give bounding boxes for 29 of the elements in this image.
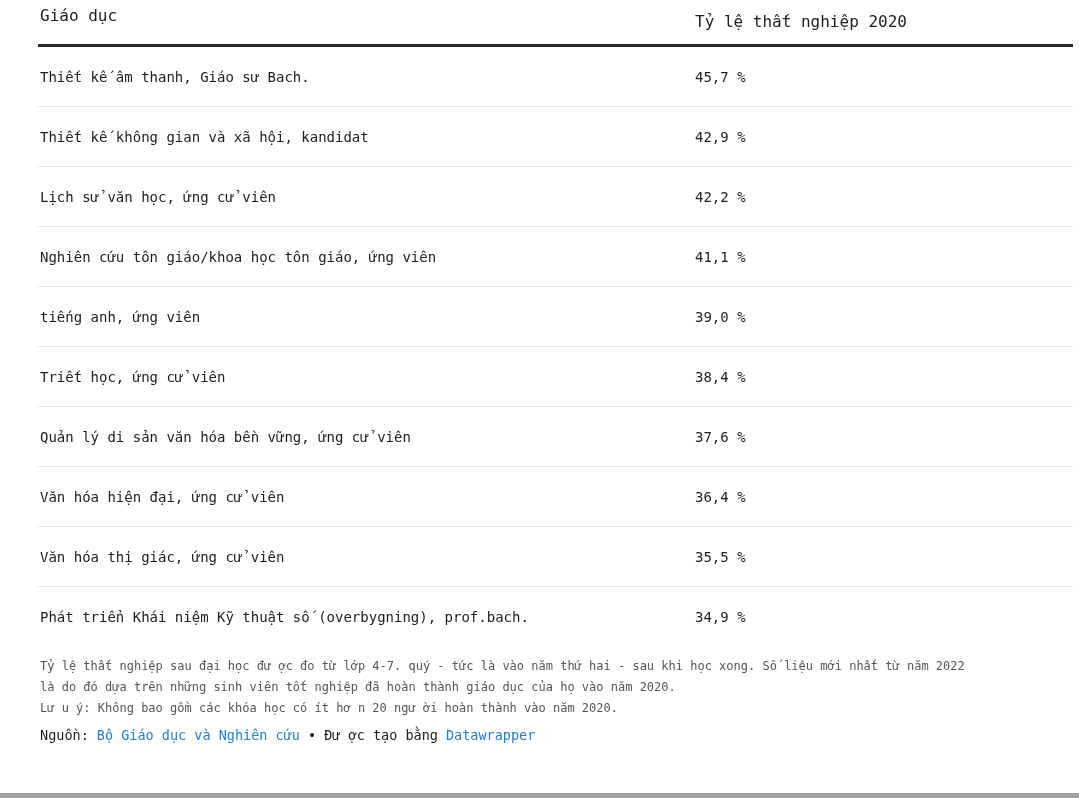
table-cell: 36,4 % [695, 488, 746, 505]
table-cell-text: Triết học, ứng cử viên [39, 368, 227, 385]
table-cell: 42,2 % [695, 188, 746, 205]
table-cell-text: Văn hóa hiện đại, ứng cử viên [39, 488, 286, 505]
table-cell: 45,7 % [695, 68, 746, 85]
table-cell-text: Phát triển Khái niệm Kỹ thuật số (overbygning), prof.bach. [39, 608, 530, 625]
table-cell-text: tiếng anh, ứng viên [39, 308, 202, 325]
source-label: Nguồn: [40, 727, 89, 743]
footnote-text: Tỷ lệ thất nghiệp sau đại học đư ợc đo từ lớp 4-7. quý - tức là vào năm thứ hai - sau khi học xong. Số liệu mới nhất từ năm 2022 là do đó dựa trên những sinh viên tốt nghiệp đã hoàn thành giáo dục của họ vào năm 2020. [40, 658, 966, 696]
table-cell: 42,9 % [695, 128, 746, 145]
table-cell-text: Thiết kế không gian và xã hội, kandidat [39, 128, 370, 145]
separator-text: • [308, 727, 317, 743]
table-cell-text: Thiết kế âm thanh, Giáo sư Bach. [39, 68, 311, 85]
table-cell: 41,1 % [695, 248, 746, 265]
footnote-text: Lư u ý: Không bao gồm các khóa học có ít hơ n 20 ngư ời hoàn thành vào năm 2020. [40, 700, 619, 717]
column-header: Tỷ lệ thất nghiệp 2020 [695, 11, 907, 31]
credit-text: Đư ợc tạo bằng [324, 727, 438, 743]
column-header: Giáo dục [39, 5, 119, 25]
table-cell-text: Lịch sử văn học, ứng cử viên [39, 188, 277, 205]
table-cell: 38,4 % [695, 368, 746, 385]
table-cell: 34,9 % [695, 608, 746, 625]
table-cell: 37,6 % [695, 428, 746, 445]
table-cell: 39,0 % [695, 308, 746, 325]
table-cell: 35,5 % [695, 548, 746, 565]
source-link[interactable]: Bộ Giáo dục và Nghiên cứu [96, 727, 300, 743]
datawrapper-link[interactable]: Datawrapper [445, 727, 536, 743]
table-cell-text: Quản lý di sản văn hóa bền vững, ứng cử viên [39, 428, 412, 445]
table-cell-text: Văn hóa thị giác, ứng cử viên [39, 548, 286, 565]
table-cell-text: Nghiên cứu tôn giáo/khoa học tôn giáo, ứng viên [39, 248, 438, 265]
